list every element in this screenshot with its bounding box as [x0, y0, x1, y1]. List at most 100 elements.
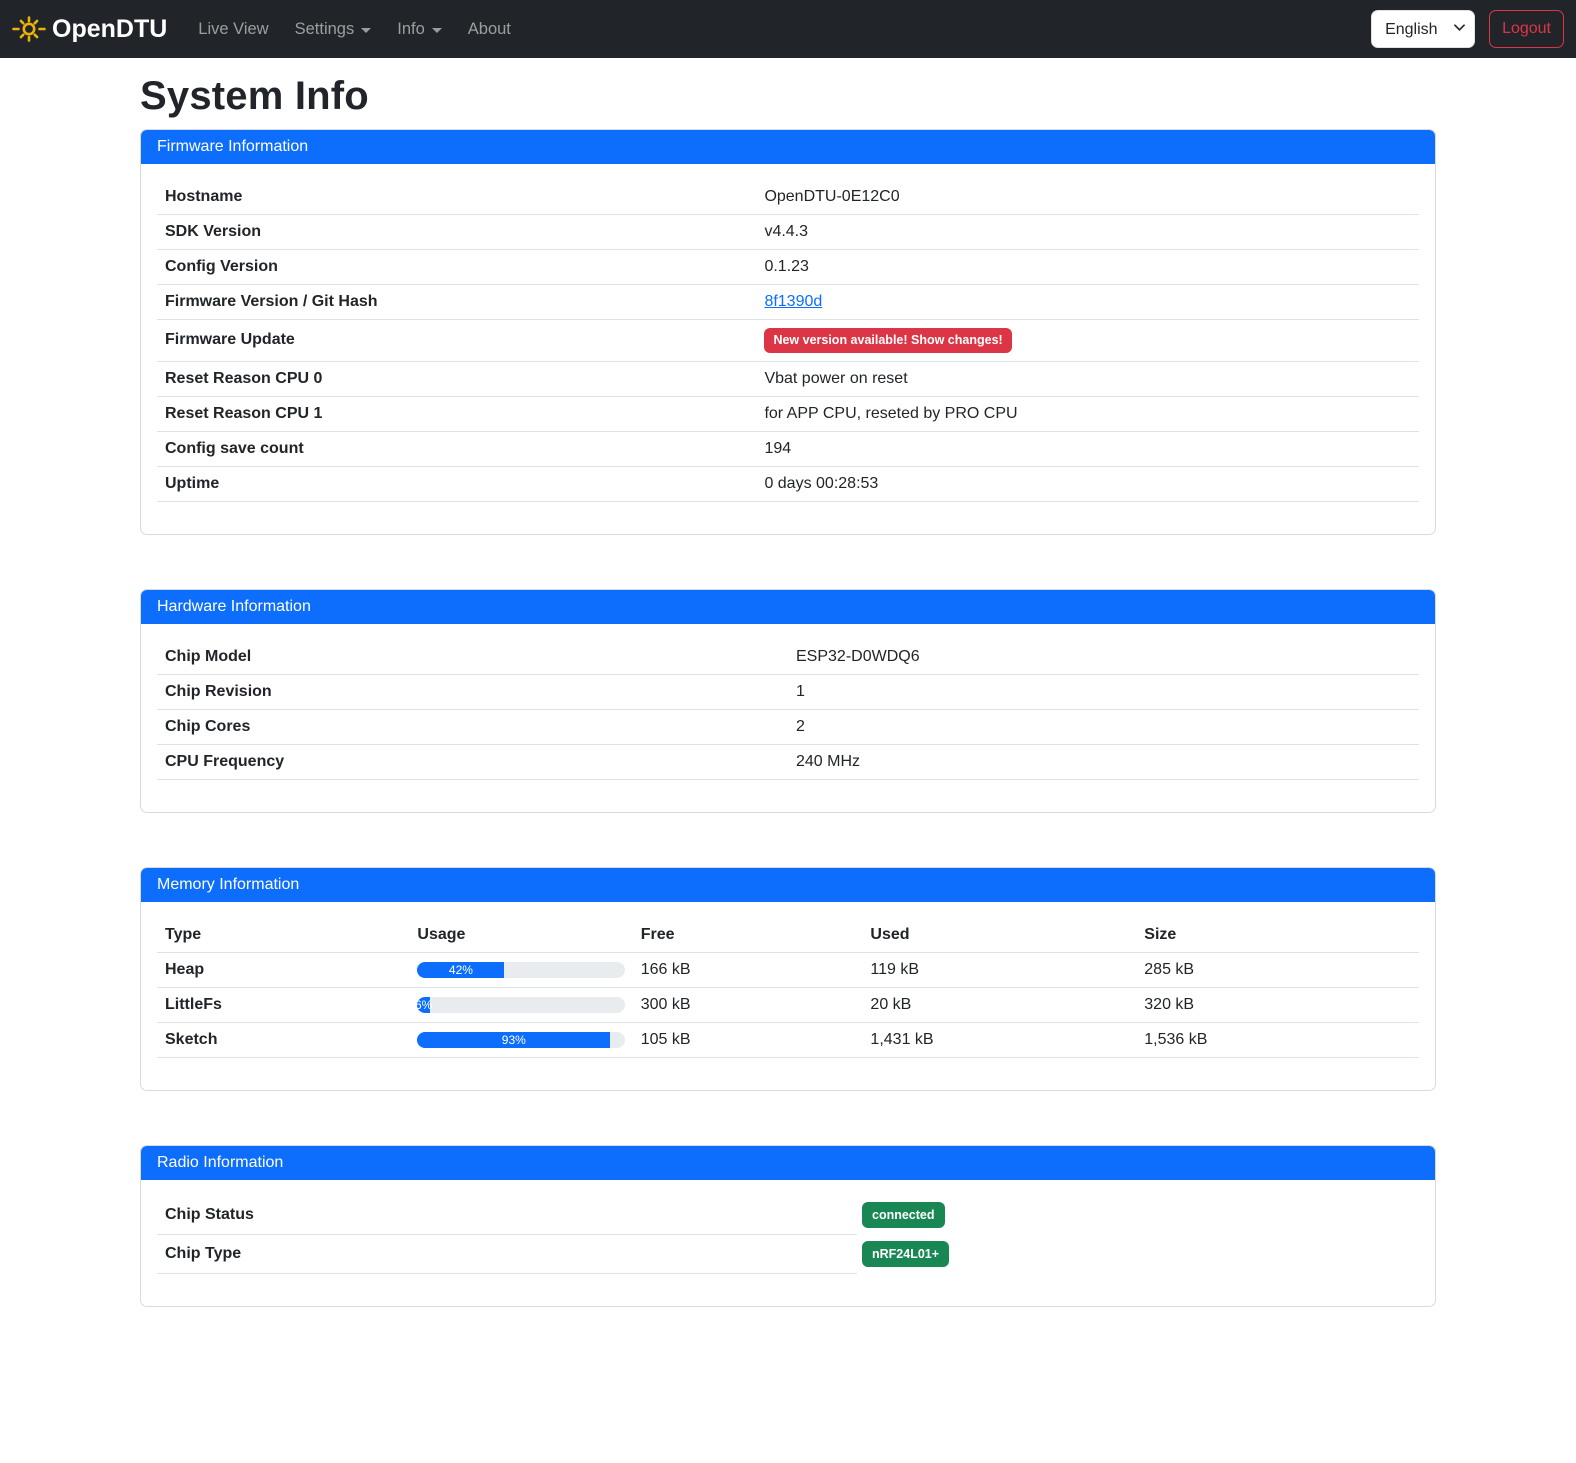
- navbar: OpenDTU Live View Settings Info About En…: [0, 0, 1576, 58]
- memory-usage-cell: 6%: [409, 987, 632, 1022]
- memory-used: 119 kB: [862, 952, 1136, 987]
- row-value: 240 MHz: [788, 744, 1419, 779]
- memory-size: 285 kB: [1136, 952, 1419, 987]
- navbar-right: English Logout: [1371, 10, 1564, 48]
- nav-item-about[interactable]: About: [455, 12, 524, 47]
- chevron-down-icon: [432, 28, 442, 33]
- row-value: 194: [756, 431, 1419, 466]
- nav-item-label: Live View: [198, 20, 268, 39]
- row-value: for APP CPU, reseted by PRO CPU: [756, 396, 1419, 431]
- row-value: 0 days 00:28:53: [756, 466, 1419, 501]
- memory-size: 1,536 kB: [1136, 1022, 1419, 1057]
- row-value: 8f1390d: [756, 285, 1419, 320]
- firmware-info-card: Firmware Information Hostname OpenDTU-0E…: [140, 129, 1436, 535]
- nav-item-label: About: [468, 20, 511, 39]
- table-row: Config save count 194: [157, 431, 1419, 466]
- table-row: SDK Version v4.4.3: [157, 215, 1419, 250]
- row-label: Firmware Version / Git Hash: [157, 285, 756, 320]
- main-content: System Info Firmware Information Hostnam…: [140, 74, 1436, 1307]
- page-title: System Info: [140, 74, 1436, 119]
- chip-type-badge: nRF24L01+: [862, 1241, 949, 1268]
- table-header-row: Type Usage Free Used Size: [157, 918, 1419, 953]
- nav-item-settings[interactable]: Settings: [282, 12, 385, 47]
- progress-track: 6%: [417, 997, 624, 1013]
- heap-usage-progress-bar: 42%: [417, 962, 504, 978]
- memory-free: 300 kB: [633, 987, 863, 1022]
- table-row: Firmware Update New version available! S…: [157, 320, 1419, 362]
- git-hash-link[interactable]: 8f1390d: [764, 293, 822, 310]
- row-value: Vbat power on reset: [756, 361, 1419, 396]
- row-label: Reset Reason CPU 1: [157, 396, 756, 431]
- table-row: Hostname OpenDTU-0E12C0: [157, 180, 1419, 215]
- firmware-table: Hostname OpenDTU-0E12C0 SDK Version v4.4…: [157, 180, 1419, 502]
- firmware-card-header: Firmware Information: [141, 130, 1435, 164]
- table-row: Sketch 93% 105 kB 1,431 kB 1,536 kB: [157, 1022, 1419, 1057]
- memory-info-card: Memory Information Type Usage Free Used …: [140, 867, 1436, 1091]
- memory-type: Sketch: [157, 1022, 409, 1057]
- column-header: Size: [1136, 918, 1419, 953]
- row-label: Chip Cores: [157, 709, 788, 744]
- memory-card-header: Memory Information: [141, 868, 1435, 902]
- nav-item-live-view[interactable]: Live View: [185, 12, 281, 47]
- row-label: Reset Reason CPU 0: [157, 361, 756, 396]
- column-header: Free: [633, 918, 863, 953]
- hardware-table: Chip Model ESP32-D0WDQ6 Chip Revision 1 …: [157, 640, 1419, 780]
- chip-status-badge: connected: [862, 1202, 945, 1229]
- row-label: Chip Revision: [157, 674, 788, 709]
- table-row: Uptime 0 days 00:28:53: [157, 466, 1419, 501]
- table-row: Config Version 0.1.23: [157, 250, 1419, 285]
- row-label: Config save count: [157, 431, 756, 466]
- sun-icon: [12, 12, 46, 46]
- row-label: Hostname: [157, 180, 756, 215]
- table-row: Chip Revision 1: [157, 674, 1419, 709]
- logout-button[interactable]: Logout: [1489, 10, 1564, 48]
- memory-used: 1,431 kB: [862, 1022, 1136, 1057]
- table-row: Heap 42% 166 kB 119 kB 285 kB: [157, 952, 1419, 987]
- table-row: CPU Frequency 240 MHz: [157, 744, 1419, 779]
- table-row: Chip Status connected: [157, 1196, 1419, 1235]
- column-header: Usage: [409, 918, 632, 953]
- table-row: Chip Cores 2: [157, 709, 1419, 744]
- brand[interactable]: OpenDTU: [12, 12, 167, 46]
- row-value: 0.1.23: [756, 250, 1419, 285]
- row-label: SDK Version: [157, 215, 756, 250]
- littlefs-usage-progress-bar: 6%: [417, 997, 429, 1013]
- progress-track: 93%: [417, 1032, 624, 1048]
- table-row: Chip Type nRF24L01+: [157, 1235, 1419, 1274]
- chevron-down-icon: [361, 28, 371, 33]
- progress-track: 42%: [417, 962, 624, 978]
- memory-type: LittleFs: [157, 987, 409, 1022]
- column-header: Type: [157, 918, 409, 953]
- table-row: Reset Reason CPU 0 Vbat power on reset: [157, 361, 1419, 396]
- row-value: ESP32-D0WDQ6: [788, 640, 1419, 675]
- sketch-usage-progress-bar: 93%: [417, 1032, 610, 1048]
- hardware-info-card: Hardware Information Chip Model ESP32-D0…: [140, 589, 1436, 813]
- row-label: Config Version: [157, 250, 756, 285]
- memory-usage-cell: 42%: [409, 952, 632, 987]
- row-value: New version available! Show changes!: [756, 320, 1419, 362]
- brand-label: OpenDTU: [52, 15, 167, 44]
- memory-usage-cell: 93%: [409, 1022, 632, 1057]
- row-label: Uptime: [157, 466, 756, 501]
- memory-type: Heap: [157, 952, 409, 987]
- radio-card-header: Radio Information: [141, 1146, 1435, 1180]
- table-row: LittleFs 6% 300 kB 20 kB 320 kB: [157, 987, 1419, 1022]
- hardware-card-header: Hardware Information: [141, 590, 1435, 624]
- row-label: Chip Status: [157, 1196, 857, 1235]
- table-row: Firmware Version / Git Hash 8f1390d: [157, 285, 1419, 320]
- column-header: Used: [862, 918, 1136, 953]
- radio-table: Chip Status connected Chip Type nRF24L01…: [157, 1196, 1419, 1274]
- table-row: Reset Reason CPU 1 for APP CPU, reseted …: [157, 396, 1419, 431]
- memory-size: 320 kB: [1136, 987, 1419, 1022]
- row-label: CPU Frequency: [157, 744, 788, 779]
- row-label: Chip Type: [157, 1235, 857, 1274]
- nav-item-info[interactable]: Info: [384, 12, 455, 47]
- nav-item-label: Settings: [295, 20, 355, 39]
- memory-free: 166 kB: [633, 952, 863, 987]
- language-select[interactable]: English: [1371, 10, 1475, 48]
- memory-free: 105 kB: [633, 1022, 863, 1057]
- row-value: v4.4.3: [756, 215, 1419, 250]
- row-value: 2: [788, 709, 1419, 744]
- row-value: OpenDTU-0E12C0: [756, 180, 1419, 215]
- firmware-update-badge[interactable]: New version available! Show changes!: [764, 328, 1011, 353]
